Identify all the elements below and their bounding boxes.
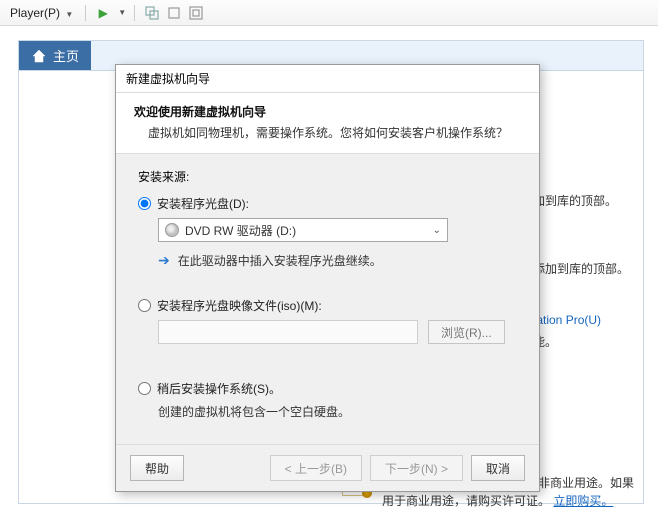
disc-icon [165,223,179,237]
snapshot-icon[interactable] [143,4,161,22]
background-text: 加到库的顶部。 添加到库的顶部。 tation Pro(U) 能。 [533,191,643,353]
dialog-title-text: 新建虚拟机向导 [126,70,210,87]
option-later-sub: 创建的虚拟机将包含一个空白硬盘。 [158,403,517,420]
option-installer-disc[interactable]: 安装程序光盘(D): [138,195,517,212]
cancel-button[interactable]: 取消 [471,455,525,481]
option-iso-label: 安装程序光盘映像文件(iso)(M): [157,297,322,314]
fullscreen-icon[interactable] [187,4,205,22]
radio-installer-disc[interactable] [138,197,151,210]
arrow-right-icon: ➔ [158,252,170,269]
separator [134,5,135,21]
chevron-down-icon: ⌄ [433,225,441,236]
disc-hint: ➔ 在此驱动器中插入安装程序光盘继续。 [158,252,517,269]
dialog-header: 欢迎使用新建虚拟机向导 虚拟机如同物理机，需要操作系统。您将如何安装客户机操作系… [116,93,539,154]
chevron-down-icon[interactable]: ▼ [118,8,126,17]
bg-line: 能。 [533,332,643,354]
help-button[interactable]: 帮助 [130,455,184,481]
dialog-footer: 帮助 < 上一步(B) 下一步(N) > 取消 [116,444,539,491]
home-icon [31,48,47,64]
iso-path-input[interactable] [158,320,418,344]
buy-now-link[interactable]: 立即购买。 [553,494,613,508]
dialog-body: 安装来源: 安装程序光盘(D): DVD RW 驱动器 (D:) ⌄ ➔ 在此驱… [116,154,539,444]
player-menu[interactable]: Player(P) ▼ [6,4,77,22]
option-later-label: 稍后安装操作系统(S)。 [157,380,281,397]
new-vm-wizard-dialog: 新建虚拟机向导 欢迎使用新建虚拟机向导 虚拟机如同物理机，需要操作系统。您将如何… [115,64,540,492]
dialog-header-title: 欢迎使用新建虚拟机向导 [134,103,521,120]
bg-line: 加到库的顶部。 [533,191,643,213]
dialog-titlebar[interactable]: 新建虚拟机向导 [116,65,539,93]
bg-line: 添加到库的顶部。 [533,259,643,281]
option-installer-disc-label: 安装程序光盘(D): [157,195,249,212]
disc-drive-value: DVD RW 驱动器 (D:) [185,222,433,239]
separator [85,5,86,21]
disc-hint-text: 在此驱动器中插入安装程序光盘继续。 [178,252,382,269]
menubar: Player(P) ▼ ▶ ▼ [0,0,658,26]
option-install-later[interactable]: 稍后安装操作系统(S)。 [138,380,517,397]
next-button[interactable]: 下一步(N) > [370,455,463,481]
player-menu-label: Player(P) [10,6,60,20]
chevron-down-icon: ▼ [65,10,73,19]
install-source-label: 安装来源: [138,168,517,185]
browse-button[interactable]: 浏览(R)... [428,320,505,344]
fit-icon[interactable] [165,4,183,22]
radio-iso-file[interactable] [138,299,151,312]
play-icon[interactable]: ▶ [94,4,112,22]
bg-line: tation Pro(U) [533,310,643,332]
tab-home-label: 主页 [53,46,79,65]
tab-home[interactable]: 主页 [19,41,91,70]
option-iso-file[interactable]: 安装程序光盘映像文件(iso)(M): [138,297,517,314]
back-button: < 上一步(B) [270,455,362,481]
radio-install-later[interactable] [138,382,151,395]
dialog-header-subtitle: 虚拟机如同物理机，需要操作系统。您将如何安装客户机操作系统？ [134,124,521,141]
disc-drive-select[interactable]: DVD RW 驱动器 (D:) ⌄ [158,218,448,242]
